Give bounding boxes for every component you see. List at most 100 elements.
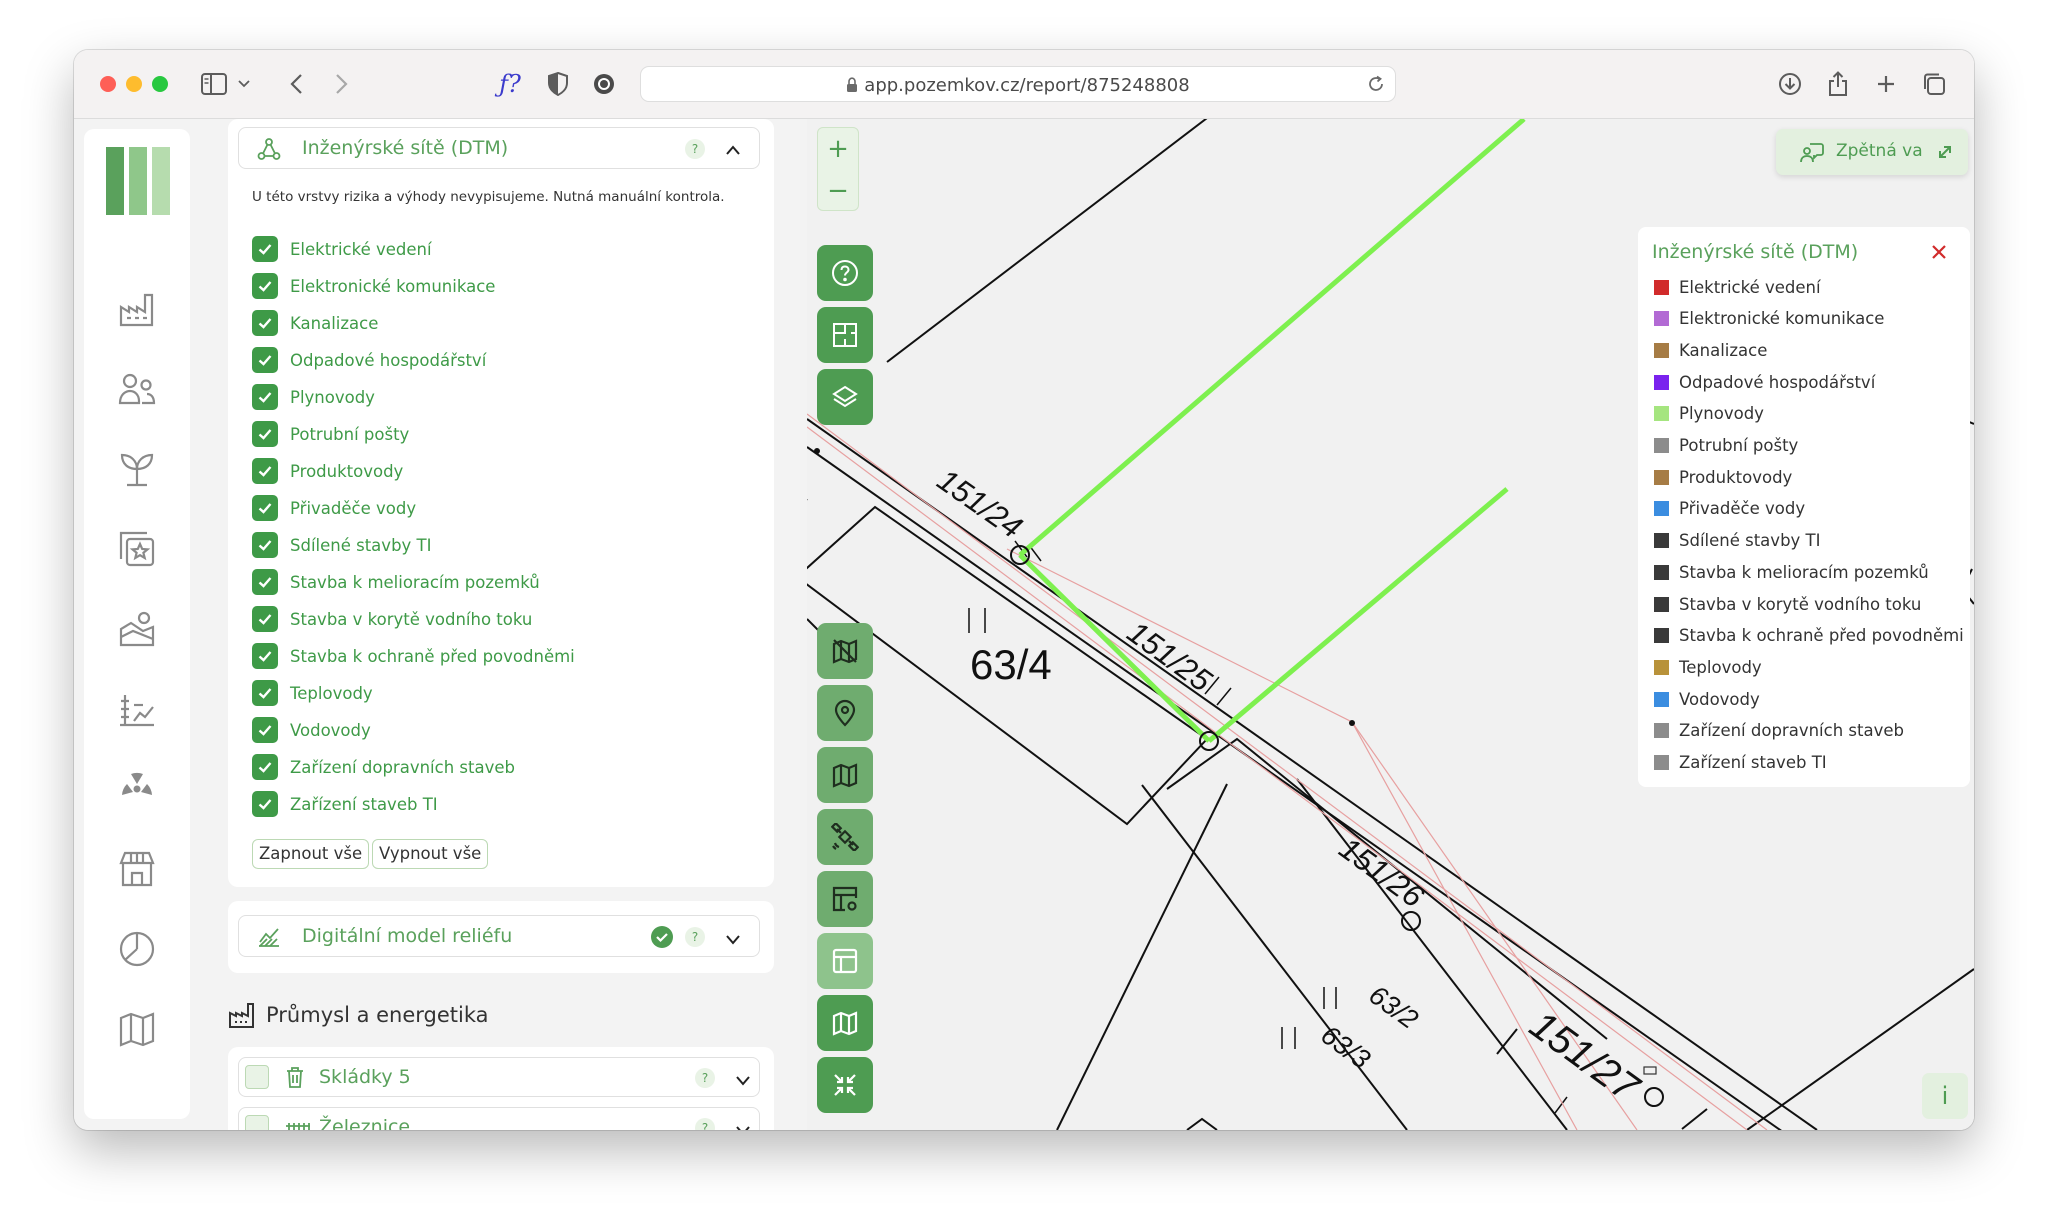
layer-checkbox[interactable] [252,347,278,373]
layer-checkbox[interactable] [252,421,278,447]
layer-checkbox[interactable] [252,532,278,558]
layer-toggle-row[interactable]: Elektrické vedení [252,235,432,263]
relief-accordion-header[interactable]: Digitální model reliéfu ? [238,915,760,957]
back-icon[interactable] [280,68,312,100]
layer-checkbox[interactable] [252,495,278,521]
share-icon[interactable] [1822,68,1854,100]
map-icon[interactable] [117,1009,157,1049]
help-icon[interactable]: ? [695,1068,715,1088]
collapse-map-button[interactable] [817,1057,873,1113]
dtm-note: U této vrstvy rizika a výhody nevypisuje… [252,189,725,205]
legend-item-label: Zařízení staveb TI [1679,753,1827,772]
railway-checkbox[interactable] [245,1115,269,1130]
legend-item-label: Zařízení dopravních staveb [1679,721,1904,741]
layers-icon [832,385,858,408]
layer-toggle-row[interactable]: Sdílené stavby TI [252,531,432,559]
disable-all-button[interactable]: Vypnout vše [372,839,489,869]
layer-toggle-row[interactable]: Vodovody [252,716,371,744]
app-logo[interactable] [106,147,170,219]
enable-all-button[interactable]: Zapnout vše [252,839,370,869]
map-off-button[interactable] [817,623,873,679]
shield-icon[interactable] [542,68,574,100]
help-map-button[interactable] [817,245,873,301]
expand-map-button[interactable] [1922,129,1968,175]
layer-toggle-row[interactable]: Stavba v korytě vodního toku [252,605,532,633]
layer-toggle-row[interactable]: Přivaděče vody [252,494,416,522]
layer-checkbox[interactable] [252,384,278,410]
chevron-up-icon[interactable] [725,141,741,160]
layer-checkbox[interactable] [252,606,278,632]
dtm-accordion-header[interactable]: Inženýrské sítě (DTM) ? [238,127,760,169]
layout-button[interactable] [817,933,873,989]
sidebar-toggle-icon[interactable] [198,68,230,100]
layer-checkbox[interactable] [252,310,278,336]
favorites-icon[interactable] [117,529,157,569]
reload-icon[interactable] [1367,75,1385,97]
satellite-button[interactable] [817,809,873,865]
help-icon[interactable]: ? [695,1118,715,1130]
pie-chart-icon[interactable] [117,929,157,969]
layer-toggle-row[interactable]: Zařízení staveb TI [252,790,438,818]
minimize-window-button[interactable] [126,76,142,92]
layer-toggle-row[interactable]: Produktovody [252,457,403,485]
layer-toggle-row[interactable]: Odpadové hospodářství [252,346,486,374]
base-map-button[interactable] [817,747,873,803]
download-icon[interactable] [1774,68,1806,100]
layer-toggle-row[interactable]: Zařízení dopravních staveb [252,753,515,781]
landfills-checkbox[interactable] [245,1065,269,1089]
help-icon[interactable]: ? [685,927,705,947]
address-bar[interactable]: app.pozemkov.cz/report/875248808 [640,66,1396,102]
layout-settings-button[interactable] [817,871,873,927]
info-button[interactable]: i [1922,1073,1968,1119]
crop-growth-icon[interactable] [117,689,157,729]
cadastral-map-button[interactable] [817,995,873,1051]
radiation-icon[interactable] [117,769,157,809]
land-plan-icon[interactable] [117,609,157,649]
floor-plan-button[interactable] [817,307,873,363]
url-text: app.pozemkov.cz/report/875248808 [641,75,1395,98]
landfills-accordion-header[interactable]: Skládky 5 ? [238,1057,760,1097]
layers-button[interactable] [817,369,873,425]
layer-toggle-row[interactable]: Stavba k melioracím pozemků [252,568,540,596]
layer-checkbox-label: Vodovody [290,720,371,740]
checkmark-icon [258,466,272,477]
layer-toggle-row[interactable]: Teplovody [252,679,373,707]
layer-toggle-row[interactable]: Kanalizace [252,309,378,337]
close-legend-icon[interactable] [1930,243,1948,265]
chevron-down-icon[interactable] [725,930,741,949]
layer-checkbox[interactable] [252,717,278,743]
chevron-down-icon[interactable] [735,1121,751,1130]
railway-accordion-header[interactable]: Železnice ? [238,1107,760,1130]
layer-checkbox[interactable] [252,643,278,669]
maximize-window-button[interactable] [152,76,168,92]
location-button[interactable] [817,685,873,741]
forward-icon[interactable] [326,68,358,100]
layer-checkbox[interactable] [252,569,278,595]
layer-checkbox[interactable] [252,458,278,484]
layer-toggle-row[interactable]: Elektronické komunikace [252,272,495,300]
layer-checkbox-label: Elektrické vedení [290,239,432,259]
layer-toggle-row[interactable]: Stavba k ochraně před povodněmi [252,642,575,670]
layer-checkbox[interactable] [252,791,278,817]
factory-icon[interactable] [117,289,157,329]
plant-icon[interactable] [117,449,157,489]
tab-overview-icon[interactable] [1918,68,1950,100]
layer-checkbox[interactable] [252,680,278,706]
zoom-in-button[interactable]: + [818,130,858,168]
help-icon[interactable]: ? [685,139,705,159]
layer-toggle-row[interactable]: Plynovody [252,383,375,411]
new-tab-icon[interactable] [1870,68,1902,100]
layer-toggle-row[interactable]: Potrubní pošty [252,420,409,448]
layer-checkbox[interactable] [252,236,278,262]
people-icon[interactable] [117,369,157,409]
record-extension-icon[interactable] [588,68,620,100]
relief-layer-card: Digitální model reliéfu ? [228,901,774,973]
layer-checkbox[interactable] [252,273,278,299]
chevron-down-icon[interactable] [234,68,254,100]
store-icon[interactable] [117,849,157,889]
close-window-button[interactable] [100,76,116,92]
layer-checkbox[interactable] [252,754,278,780]
zoom-out-button[interactable]: − [818,172,858,210]
formula-extension-icon[interactable]: ƒ? [494,68,526,100]
chevron-down-icon[interactable] [735,1071,751,1090]
